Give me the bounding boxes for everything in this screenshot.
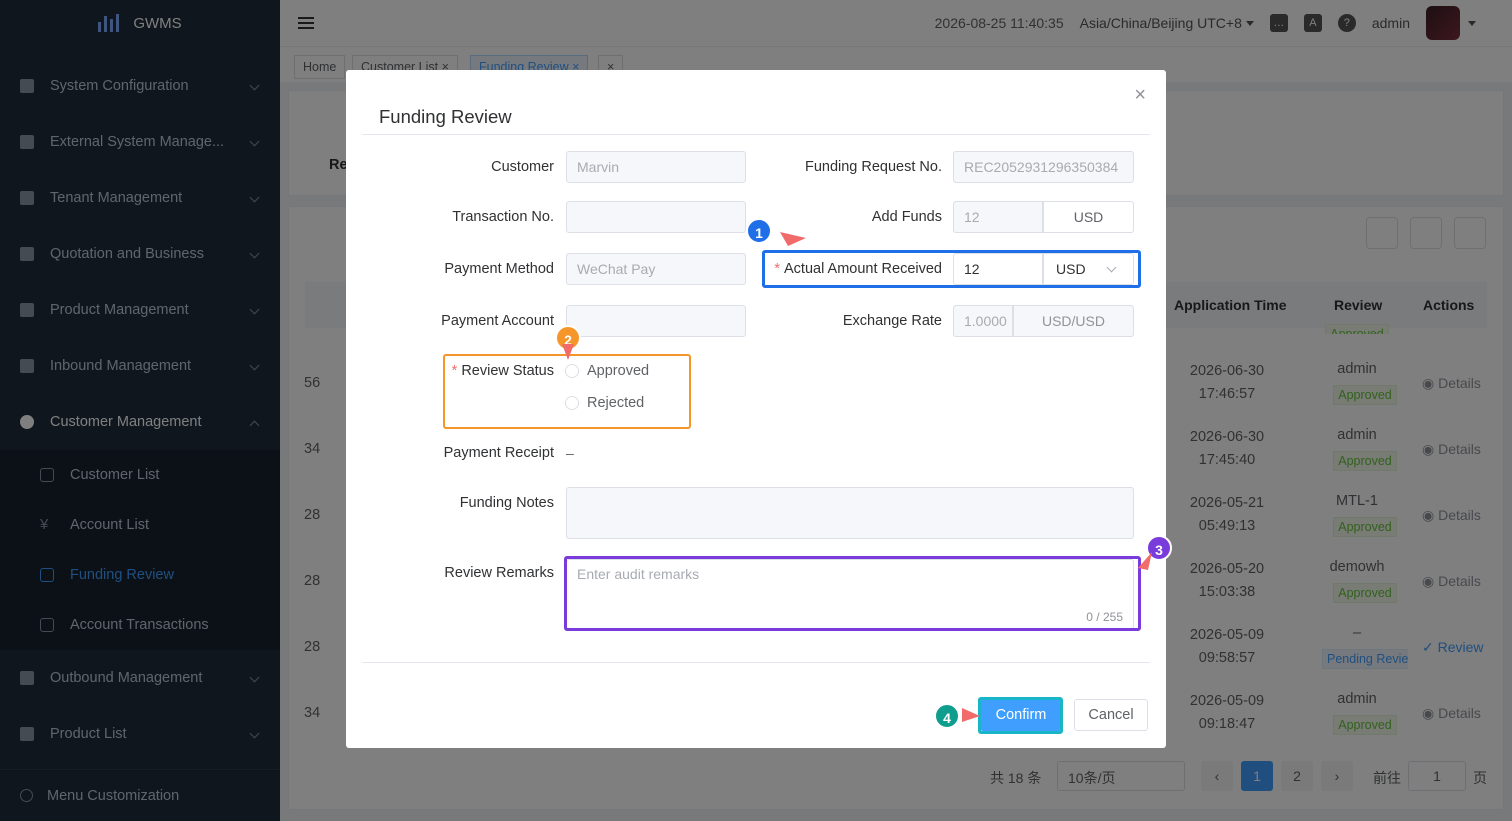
exchange-rate-label: Exchange Rate xyxy=(842,313,942,329)
radio-circle-icon[interactable] xyxy=(565,396,579,410)
close-icon[interactable]: × xyxy=(1134,84,1146,107)
currency-value: USD xyxy=(1056,261,1086,277)
exchange-rate-field: 1.0000 xyxy=(953,305,1013,337)
funding-notes-textarea xyxy=(566,487,1134,539)
review-remarks-textarea[interactable]: Enter audit remarks 0 / 255 xyxy=(566,559,1134,629)
annotation-marker-3: 3 xyxy=(1146,535,1172,561)
divider xyxy=(362,662,1150,663)
payment-receipt-label: Payment Receipt xyxy=(443,445,554,461)
required-mark: * xyxy=(774,261,781,277)
review-remarks-label: Review Remarks xyxy=(444,565,554,581)
divider xyxy=(362,134,1150,135)
radio-rejected[interactable]: Rejected xyxy=(565,395,644,411)
confirm-button[interactable]: Confirm xyxy=(980,699,1062,731)
actual-amount-label-text: Actual Amount Received xyxy=(784,261,942,277)
review-status-label-text: Review Status xyxy=(461,363,554,379)
chevron-down-icon xyxy=(1106,262,1117,273)
transaction-no-label: Transaction No. xyxy=(452,209,554,225)
payment-method-label: Payment Method xyxy=(444,261,554,277)
annotation-marker-1: 1 xyxy=(746,218,772,244)
payment-receipt-value: – xyxy=(566,445,574,461)
funding-review-dialog: Funding Review × Customer Marvin Funding… xyxy=(346,70,1166,748)
payment-account-label: Payment Account xyxy=(441,313,554,329)
actual-amount-label: * Actual Amount Received xyxy=(774,261,942,277)
exchange-rate-unit: USD/USD xyxy=(1013,305,1134,337)
review-status-label: * Review Status xyxy=(452,363,554,379)
radio-circle-icon[interactable] xyxy=(565,364,579,378)
payment-method-field: WeChat Pay xyxy=(566,253,746,285)
funding-notes-label: Funding Notes xyxy=(459,495,554,511)
required-mark: * xyxy=(451,363,458,379)
annotation-marker-2: 2 xyxy=(555,325,581,351)
payment-account-field xyxy=(566,305,746,337)
char-counter: 0 / 255 xyxy=(1086,610,1123,624)
funding-request-no-label: Funding Request No. xyxy=(804,159,942,175)
radio-label: Rejected xyxy=(587,395,645,411)
annotation-marker-4: 4 xyxy=(934,703,960,729)
review-remarks-placeholder: Enter audit remarks xyxy=(577,566,700,582)
add-funds-field: 12 xyxy=(953,201,1043,233)
radio-approved[interactable]: Approved xyxy=(565,363,649,379)
customer-label: Customer xyxy=(491,159,554,175)
add-funds-currency: USD xyxy=(1043,201,1134,233)
transaction-no-field xyxy=(566,201,746,233)
actual-amount-currency-select[interactable]: USD xyxy=(1043,253,1134,285)
cancel-button[interactable]: Cancel xyxy=(1074,699,1148,731)
dialog-title: Funding Review xyxy=(379,106,512,127)
funding-request-no-field: REC2052931296350384 xyxy=(953,151,1134,183)
radio-label: Approved xyxy=(587,363,650,379)
add-funds-label: Add Funds xyxy=(871,209,942,225)
customer-field: Marvin xyxy=(566,151,746,183)
actual-amount-input[interactable]: 12 xyxy=(953,253,1043,285)
